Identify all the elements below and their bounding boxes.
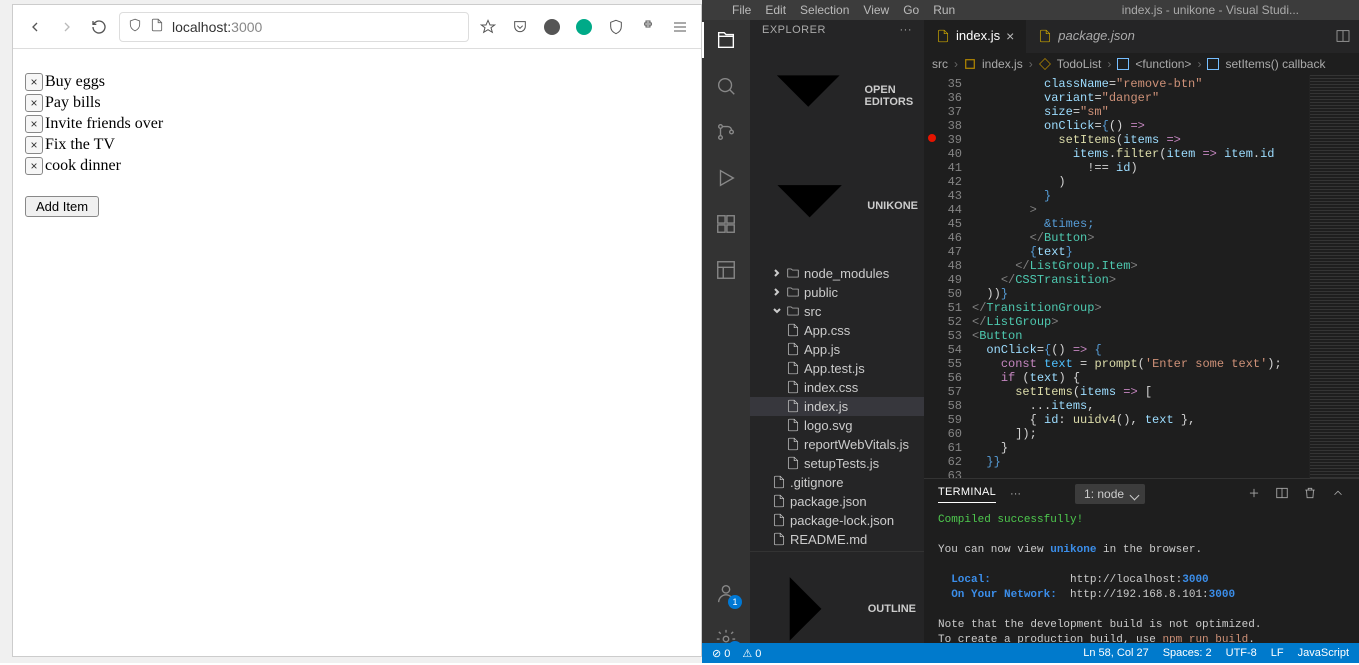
todo-label: Pay bills [45,94,101,112]
ext2-icon[interactable] [573,16,595,38]
reload-button[interactable] [87,15,111,39]
tree-node-src[interactable]: src [750,302,924,321]
todo-row: ×Buy eggs [25,73,689,91]
menu-selection[interactable]: Selection [800,3,849,17]
tree-node-appjs[interactable]: App.js [750,340,924,359]
todo-row: ×Fix the TV [25,136,689,154]
terminal-trash-icon[interactable] [1303,486,1317,503]
todo-label: Invite friends over [45,115,163,133]
status-errors[interactable]: ⊘ 0 [712,647,730,660]
menu-icon[interactable] [669,16,691,38]
tree-node-setuptestsjs[interactable]: setupTests.js [750,454,924,473]
remove-item-button[interactable]: × [25,94,43,112]
editor-tabs: index.js×package.json [924,18,1359,53]
status-bar: ⊘ 0 ⚠ 0 Ln 58, Col 27 Spaces: 2 UTF-8 LF… [702,643,1359,663]
pocket-icon[interactable] [509,16,531,38]
tree-node-packagejson[interactable]: package.json [750,492,924,511]
split-editor-icon[interactable] [1327,18,1359,53]
project-section[interactable]: UNIKONE [750,151,924,262]
editor-tab-packagejson[interactable]: package.json [1026,18,1147,53]
page-content: ×Buy eggs×Pay bills×Invite friends over×… [13,49,701,241]
close-tab-icon[interactable]: × [1006,28,1014,44]
tree-node-reportwebvitalsjs[interactable]: reportWebVitals.js [750,435,924,454]
page-icon [150,18,164,35]
source-control-activity[interactable] [712,118,740,146]
add-item-button[interactable]: Add Item [25,196,99,217]
open-editors-section[interactable]: OPEN EDITORS [750,42,924,151]
ext3-icon[interactable] [605,16,627,38]
url-bar[interactable]: localhost:3000 [119,12,469,42]
minimap[interactable] [1309,75,1359,478]
menu-edit[interactable]: Edit [765,3,786,17]
todo-label: Fix the TV [45,136,115,154]
tree-node-packagelockjson[interactable]: package-lock.json [750,511,924,530]
explorer-activity[interactable] [712,26,740,54]
run-debug-activity[interactable] [712,164,740,192]
tree-node-readmemd[interactable]: README.md [750,530,924,549]
status-cursor[interactable]: Ln 58, Col 27 [1083,647,1148,659]
terminal-chevron-icon[interactable] [1331,486,1345,503]
tree-node-indexjs[interactable]: index.js [750,397,924,416]
bookmark-icon[interactable] [477,16,499,38]
shield-icon [128,18,142,35]
breadcrumbs[interactable]: src› index.js› TodoList› <function>› set… [924,53,1359,75]
status-lang[interactable]: JavaScript [1298,647,1349,659]
tree-node-logosvg[interactable]: logo.svg [750,416,924,435]
explorer-title: EXPLORER [762,24,826,36]
browser-window: localhost:3000 ×Buy eggs×Pay bills×Invit… [12,4,702,657]
todo-label: cook dinner [45,157,121,175]
editor-area: index.js×package.json src› index.js› Tod… [924,18,1359,663]
activity-bar: 1 1 [702,18,750,663]
status-spaces[interactable]: Spaces: 2 [1163,647,1212,659]
status-warnings[interactable]: ⚠ 0 [742,647,761,660]
todo-row: ×Pay bills [25,94,689,112]
todo-row: ×cook dinner [25,157,689,175]
vscode-menubar: File Edit Selection View Go Run index.js… [702,0,1359,20]
search-activity[interactable] [712,72,740,100]
remove-item-button[interactable]: × [25,115,43,133]
editor-tab-indexjs[interactable]: index.js× [924,18,1026,53]
browser-toolbar: localhost:3000 [13,5,701,49]
menu-go[interactable]: Go [903,3,919,17]
ext4-icon[interactable] [637,16,659,38]
terminal-new-icon[interactable] [1247,486,1261,503]
account-activity[interactable]: 1 [712,579,740,607]
tree-node-public[interactable]: public [750,283,924,302]
remove-item-button[interactable]: × [25,73,43,91]
tree-node-apptestjs[interactable]: App.test.js [750,359,924,378]
menu-view[interactable]: View [863,3,889,17]
back-button[interactable] [23,15,47,39]
forward-button[interactable] [55,15,79,39]
remove-item-button[interactable]: × [25,136,43,154]
code-editor[interactable]: 3536373839404142434445464748495051525354… [924,75,1359,478]
vscode-window: 1 1 EXPLORER ··· OPEN EDITORS UNIKONE no… [702,0,1359,663]
menu-file[interactable]: File [732,3,751,17]
explorer-sidebar: EXPLORER ··· OPEN EDITORS UNIKONE node_m… [750,18,924,663]
tree-node-indexcss[interactable]: index.css [750,378,924,397]
breakpoint-dot[interactable] [928,134,936,142]
status-eol[interactable]: LF [1271,647,1284,659]
todo-label: Buy eggs [45,73,105,91]
terminal-split-icon[interactable] [1275,486,1289,503]
terminal-more-icon[interactable]: ··· [1010,488,1021,500]
layout-activity[interactable] [712,256,740,284]
terminal-body[interactable]: Compiled successfully! You can now view … [924,509,1359,663]
terminal-panel: TERMINAL ··· 1: node Compiled successful… [924,478,1359,663]
url-text: localhost:3000 [172,19,262,35]
terminal-select[interactable]: 1: node [1075,484,1145,504]
tree-node-gitignore[interactable]: .gitignore [750,473,924,492]
ext1-icon[interactable] [541,16,563,38]
tree-node-appcss[interactable]: App.css [750,321,924,340]
tree-node-nodemodules[interactable]: node_modules [750,264,924,283]
window-title: index.js - unikone - Visual Studi... [1122,3,1359,17]
menu-run[interactable]: Run [933,3,955,17]
remove-item-button[interactable]: × [25,157,43,175]
status-encoding[interactable]: UTF-8 [1226,647,1257,659]
extensions-activity[interactable] [712,210,740,238]
more-icon[interactable]: ··· [900,24,913,36]
terminal-tab[interactable]: TERMINAL [938,486,996,503]
todo-row: ×Invite friends over [25,115,689,133]
